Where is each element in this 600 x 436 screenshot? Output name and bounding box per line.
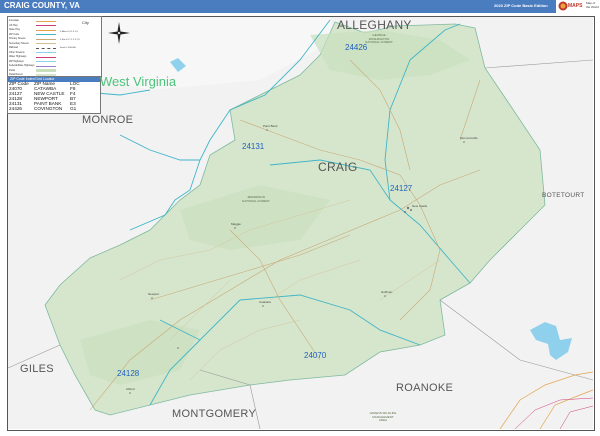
city-label: Abbott [126, 387, 135, 391]
zip-code-column: ZIP Code 24070 24127 24128 24131 24426 [9, 81, 29, 111]
legend-swatch [36, 56, 56, 58]
region-label-craig: CRAIG [318, 160, 358, 174]
legend-swatch [36, 20, 56, 22]
city-label: Huffman [381, 290, 393, 294]
city-label: Simmonsville [460, 136, 478, 140]
legend-row: ZIP Highways [9, 59, 24, 63]
legend-swatch [36, 52, 56, 53]
region-label-giles: GILES [20, 363, 54, 375]
legend-swatch [36, 38, 56, 40]
zip-name-column: ZIP Name CATAWBA NEW CASTLE NEWPORT PAIN… [34, 81, 64, 111]
region-label-west-virginia: West Virginia [100, 74, 177, 89]
forest-label: HAVENS WILDLIFE MANAGEMENT AREA [369, 411, 397, 423]
legend-swatch [36, 25, 56, 26]
legend-swatch [36, 29, 56, 31]
legend-row: Interstate [9, 19, 19, 22]
legend-swatch [36, 34, 56, 35]
legend-row: Secondary Streets [9, 41, 29, 45]
city-label: Catawba [259, 300, 271, 304]
legend-city-label: City [82, 20, 89, 25]
legend-row: ZIP Code [9, 32, 20, 36]
forest-label: GEORGE WASHINGTON NATIONAL FOREST [365, 33, 393, 45]
scale-ratio: Scale 1:108,000 [60, 47, 76, 49]
legend-row: Water Highways [9, 55, 27, 58]
scale-miles: 0 Miles 0.5 1.0 1.5 [60, 31, 78, 33]
city-label: New Castle [412, 204, 428, 208]
zip-label: 24127 [390, 184, 413, 193]
legend-swatch [36, 65, 56, 67]
scale-km: 0 Km 0.5 1 1.5 2 2.5 [60, 39, 80, 41]
forest-label: JEFFERSON NATIONAL FOREST [242, 195, 270, 203]
region-label-alleghany: ALLEGHANY [337, 18, 412, 32]
legend-swatch [36, 47, 56, 49]
zip-label: 24131 [242, 142, 265, 151]
legend-row: Parks [9, 68, 16, 72]
legend-row: Federal/State Highways [9, 64, 35, 67]
zip-code-cell: 24426 [9, 105, 23, 111]
legend-row: Railroad [9, 46, 18, 49]
legend-swatch [36, 69, 56, 72]
map-legend: Interstate US Hwy State Hwy ZIP Code Pri… [7, 16, 102, 78]
region-label-botetourt: BOTETOURT [542, 192, 585, 199]
zip-loc-cell: G1 [70, 105, 77, 111]
region-label-roanoke: ROANOKE [396, 382, 454, 394]
city-label: Paint Bank [263, 124, 278, 128]
region-label-montgomery: MONTGOMERY [172, 408, 257, 420]
city-label: Newport [148, 292, 160, 296]
legend-row: US Hwy [9, 23, 18, 27]
legend-row: Primary Streets [9, 37, 26, 40]
zip-name-cell: COVINGTON [34, 105, 63, 111]
legend-swatch [36, 43, 56, 44]
zip-label: 24128 [117, 369, 140, 378]
legend-swatch [36, 61, 56, 62]
zip-label: 24070 [304, 351, 327, 360]
legend-row: Other Streams [9, 50, 25, 54]
compass-rose-icon [108, 22, 130, 44]
zip-index-table: ZIP Code Index/Grid Locator ZIP Code 240… [7, 76, 101, 114]
zip-loc-column: LOC F8 F4 B7 E3 G1 [70, 81, 80, 111]
city-label: Maggie [231, 222, 241, 226]
legend-row: State Hwy [9, 28, 20, 31]
region-label-monroe: MONROE [82, 114, 134, 126]
